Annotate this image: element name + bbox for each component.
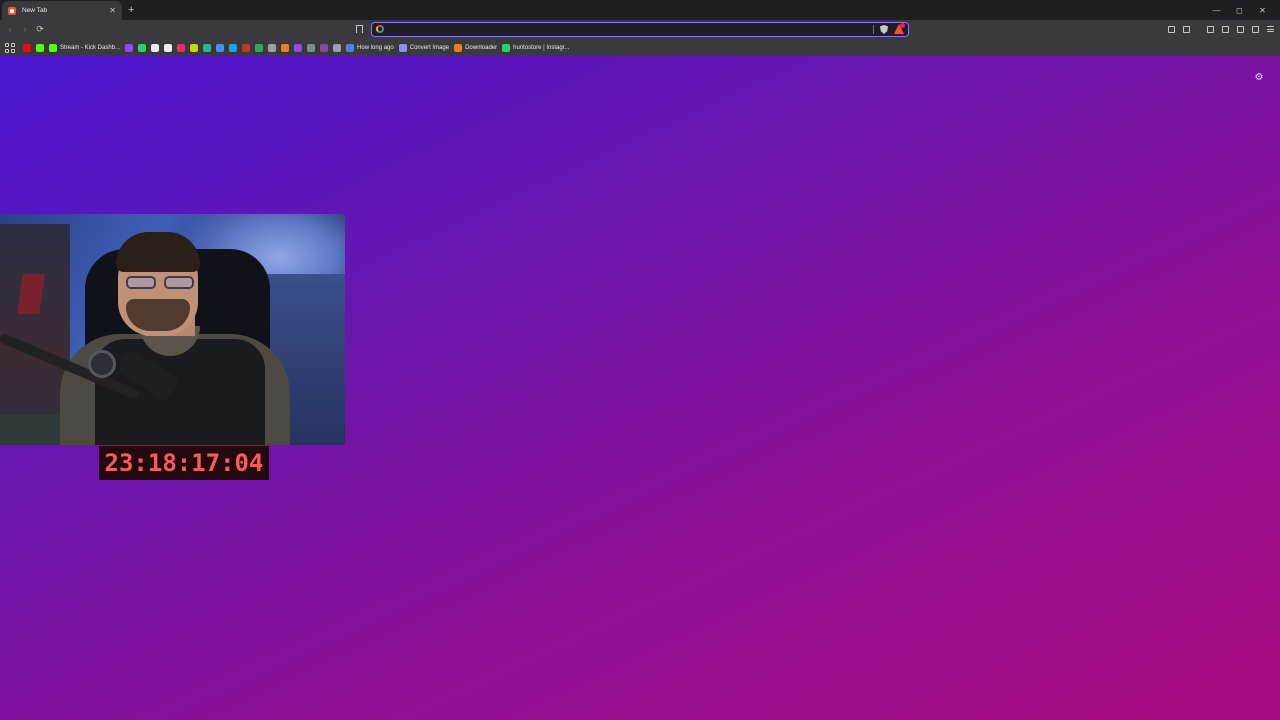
- bookmark-icon: [333, 43, 342, 52]
- brave-shields-icon[interactable]: [880, 25, 888, 34]
- tab-new-tab[interactable]: New Tab ✕: [2, 1, 122, 20]
- bookmark-item[interactable]: How long ago: [346, 43, 394, 52]
- bookmark-icon: [190, 43, 199, 52]
- bookmark-list: Stream - Kick Dashb... How long ago Conver…: [23, 43, 574, 52]
- bookmark-item[interactable]: [268, 43, 277, 52]
- kick-icon: [49, 43, 57, 52]
- google-icon: [376, 25, 384, 33]
- bookmark-label: How long ago: [357, 44, 394, 51]
- address-bar[interactable]: [371, 22, 909, 37]
- leo-ai-icon[interactable]: [1234, 23, 1246, 35]
- notification-badge: [900, 23, 905, 28]
- toolbar-separator: [1195, 23, 1201, 35]
- bookmark-label: huntostore | Instagr...: [513, 44, 570, 51]
- bookmark-label: Stream - Kick Dashb...: [60, 44, 121, 51]
- bookmark-item[interactable]: [177, 43, 186, 52]
- bookmark-icon: [203, 43, 212, 52]
- media-icon[interactable]: [1180, 23, 1192, 35]
- minimize-button[interactable]: —: [1205, 2, 1228, 18]
- bookmark-icon: [229, 43, 238, 52]
- bookmark-icon: [502, 43, 511, 52]
- twitch-icon: [125, 43, 134, 52]
- bookmark-item[interactable]: [138, 43, 147, 52]
- bookmark-icon: [307, 43, 316, 52]
- tiktok-icon: [164, 43, 173, 52]
- webcam-overlay: [0, 214, 345, 445]
- bookmark-item[interactable]: [125, 43, 134, 52]
- bookmark-item[interactable]: Convert Image: [398, 43, 450, 52]
- bookmark-item[interactable]: huntostore | Instagr...: [502, 43, 570, 52]
- bookmark-item[interactable]: [255, 43, 264, 52]
- whatsapp-icon: [138, 43, 147, 52]
- bookmark-item[interactable]: Downloader: [454, 43, 498, 52]
- bookmark-icon: [294, 43, 303, 52]
- bookmark-item[interactable]: [307, 43, 316, 52]
- close-window-button[interactable]: ✕: [1251, 2, 1274, 18]
- bookmark-item[interactable]: Stream - Kick Dashb...: [49, 43, 121, 52]
- bookmark-item[interactable]: [281, 43, 290, 52]
- bookmark-icon: [242, 43, 251, 52]
- bookmark-icon: [398, 43, 407, 52]
- new-tab-button[interactable]: +: [128, 3, 134, 17]
- bookmark-icon: [454, 43, 463, 52]
- bookmark-page-icon[interactable]: [353, 23, 365, 35]
- extensions-icon[interactable]: [1165, 23, 1177, 35]
- kick-icon: [36, 43, 44, 52]
- bookmark-item[interactable]: [36, 43, 44, 52]
- forward-button[interactable]: ›: [19, 23, 31, 35]
- back-button[interactable]: ‹: [4, 23, 16, 35]
- brave-icon: [8, 6, 16, 15]
- bookmark-icon: [268, 43, 277, 52]
- timer-text: 23:18:17:04: [104, 449, 264, 477]
- url-input[interactable]: [388, 24, 868, 34]
- bookmark-item[interactable]: [294, 43, 303, 52]
- bookmark-label: Downloader: [465, 44, 498, 51]
- x-icon: [151, 43, 160, 52]
- bookmark-item[interactable]: [242, 43, 251, 52]
- instagram-icon: [177, 43, 186, 52]
- maximize-button[interactable]: ◻: [1228, 2, 1251, 18]
- vpn-icon[interactable]: [1249, 23, 1261, 35]
- bookmarks-bar: Stream - Kick Dashb... How long ago Conver…: [0, 39, 1280, 56]
- bookmark-item[interactable]: [333, 43, 342, 52]
- bookmark-item[interactable]: [203, 43, 212, 52]
- apps-grid-icon[interactable]: [5, 42, 15, 53]
- sidebar-icon[interactable]: [1204, 23, 1216, 35]
- bookmark-icon: [346, 43, 355, 52]
- toolbar-actions: [1165, 23, 1276, 35]
- bookmark-icon: [255, 43, 264, 52]
- bookmark-item[interactable]: [151, 43, 160, 52]
- countdown-timer: 23:18:17:04: [99, 446, 269, 480]
- reload-button[interactable]: ⟳: [34, 23, 46, 35]
- bookmark-item[interactable]: [190, 43, 199, 52]
- bookmark-item[interactable]: [23, 43, 31, 52]
- bookmark-item[interactable]: [216, 43, 225, 52]
- menu-icon[interactable]: [1264, 23, 1276, 35]
- tab-strip: New Tab ✕ + — ◻ ✕: [0, 0, 1280, 20]
- bookmark-item[interactable]: [229, 43, 238, 52]
- bookmark-icon: [281, 43, 290, 52]
- bookmark-label: Convert Image: [409, 44, 450, 51]
- wallet-icon[interactable]: [1219, 23, 1231, 35]
- youtube-icon: [23, 43, 31, 52]
- tab-title: New Tab: [22, 7, 48, 14]
- bookmark-icon: [320, 43, 329, 52]
- gear-icon[interactable]: ⚙: [1254, 73, 1264, 83]
- url-divider: [873, 25, 874, 34]
- bookmark-icon: [216, 43, 225, 52]
- window-controls: — ◻ ✕: [1205, 2, 1274, 18]
- close-tab-icon[interactable]: ✕: [109, 6, 116, 15]
- toolbar: ‹ › ⟳: [0, 20, 1280, 39]
- bookmark-item[interactable]: [164, 43, 173, 52]
- new-tab-page: ⚙ 23:18:17:04: [0, 56, 1280, 720]
- bookmark-item[interactable]: [320, 43, 329, 52]
